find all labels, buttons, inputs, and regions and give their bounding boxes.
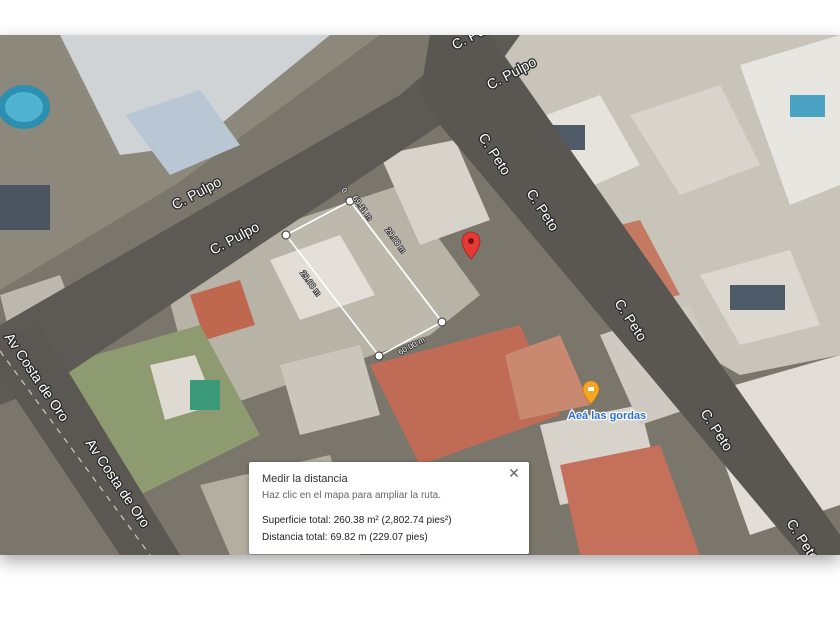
close-icon[interactable]: ✕	[507, 466, 521, 480]
measure-vertex-handle[interactable]	[281, 230, 291, 240]
map-viewport[interactable]: C. Pu C. Pulpo C. Pulpo C. Pulpo C. Peto…	[0, 35, 840, 555]
measure-distance-panel: Medir la distancia Haz clic en el mapa p…	[249, 462, 529, 554]
total-area-text: Superficie total: 260.38 m² (2,802.74 pi…	[262, 515, 452, 526]
measure-vertex-handle[interactable]	[374, 351, 384, 361]
poi-label[interactable]: Aeá las gordas	[567, 409, 648, 424]
total-distance-text: Distancia total: 69.82 m (229.07 pies)	[262, 532, 428, 543]
panel-subtitle: Haz clic en el mapa para ampliar la ruta…	[262, 490, 441, 501]
panel-title: Medir la distancia	[262, 473, 348, 485]
measure-vertex-handle[interactable]	[437, 317, 447, 327]
